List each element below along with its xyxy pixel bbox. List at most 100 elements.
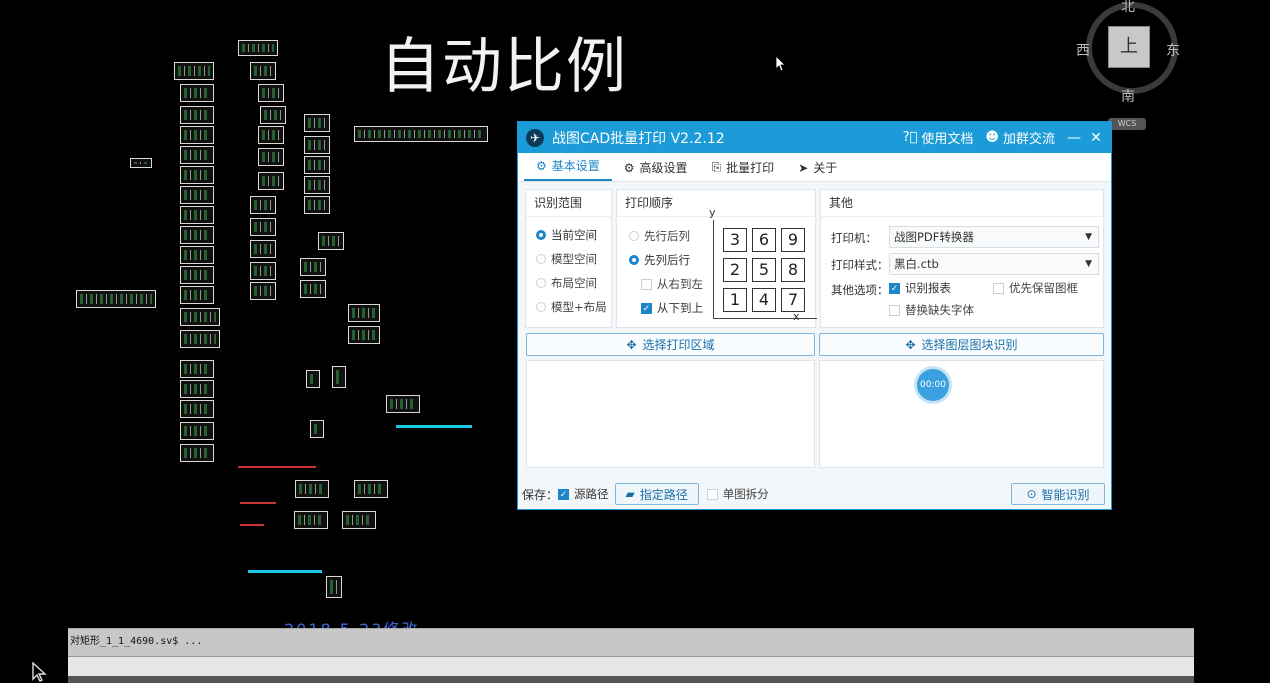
- help-docs-label: 使用文档: [921, 132, 974, 147]
- join-group-button[interactable]: ☻ 加群交流: [985, 128, 1055, 147]
- mouse-cursor-icon: [776, 56, 786, 72]
- option-label: 优先保留图框: [1009, 281, 1078, 295]
- range-option-model-layout[interactable]: 模型+布局: [536, 295, 611, 319]
- drawing-sheet: [258, 172, 284, 190]
- drawing-sheet: [304, 114, 330, 132]
- chevron-down-icon: ▼: [1085, 259, 1092, 269]
- batch-print-dialog: ✈ 战图CAD批量打印 V2.2.12 ?⃝ 使用文档 ☻ 加群交流 — ✕ ⚙…: [517, 121, 1112, 510]
- drawing-sheet: [76, 290, 156, 308]
- order-right-to-left[interactable]: 从右到左: [629, 272, 703, 296]
- option-label: 替换缺失字体: [905, 303, 974, 317]
- range-option-current[interactable]: 当前空间: [536, 223, 611, 247]
- radio-icon: [629, 231, 639, 241]
- drawing-sheet: [180, 308, 220, 326]
- status-bar[interactable]: [68, 676, 1194, 683]
- grid-cell: 8: [781, 258, 805, 282]
- drawing-sheet: [304, 176, 330, 194]
- order-preview-grid: 3 6 9 2 5 8 1 4 7: [717, 224, 809, 316]
- cad-annotation-line: [396, 425, 472, 428]
- viewcube[interactable]: 上 北 南 西 东: [1076, 0, 1180, 105]
- tab-about[interactable]: ➤ 关于: [786, 154, 849, 181]
- minimize-button[interactable]: —: [1067, 130, 1081, 146]
- specify-path-button[interactable]: ▰ 指定路径: [614, 483, 699, 505]
- select-layer-block-button[interactable]: ✥ 选择图层图块识别: [819, 333, 1104, 356]
- drawing-sheet: [180, 400, 214, 418]
- compass-south[interactable]: 南: [1121, 86, 1135, 106]
- source-path-checkbox[interactable]: ✓ 源路径: [558, 482, 609, 506]
- print-area-list[interactable]: [526, 360, 815, 468]
- printer-select[interactable]: 战图PDF转换器 ▼: [889, 226, 1099, 248]
- drawing-sheet: [250, 218, 276, 236]
- drawing-sheet: [180, 380, 214, 398]
- drawing-sheet: [250, 240, 276, 258]
- grid-cell: 6: [752, 228, 776, 252]
- select-print-area-button[interactable]: ✥ 选择打印区域: [526, 333, 815, 356]
- command-input[interactable]: [68, 656, 1194, 677]
- other-header: 其他: [821, 190, 1103, 217]
- viewcube-face[interactable]: 上: [1108, 26, 1150, 68]
- tab-label: 关于: [813, 161, 838, 175]
- copy-icon: ⎘: [711, 160, 722, 174]
- option-label: 布局空间: [551, 276, 597, 290]
- timer-badge: 00:00: [917, 369, 949, 401]
- order-row-first[interactable]: 先行后列: [629, 224, 703, 248]
- single-split-label: 单图拆分: [722, 487, 769, 501]
- print-style-select[interactable]: 黑白.ctb ▼: [889, 253, 1099, 275]
- overlay-title: 自动比例: [380, 32, 628, 102]
- option-label: 先行后列: [644, 229, 690, 243]
- compass-north[interactable]: 北: [1121, 0, 1135, 16]
- drawing-sheet: [180, 126, 214, 144]
- tab-bar: ⚙ 基本设置 ⚙ 高级设置 ⎘ 批量打印 ➤ 关于: [518, 153, 1111, 182]
- single-split-checkbox[interactable]: 单图拆分: [706, 482, 769, 506]
- close-button[interactable]: ✕: [1089, 130, 1103, 146]
- tab-basic-settings[interactable]: ⚙ 基本设置: [524, 152, 612, 181]
- range-panel: 识别范围 当前空间 模型空间 布局空间 模型+布局: [525, 189, 612, 328]
- dialog-titlebar[interactable]: ✈ 战图CAD批量打印 V2.2.12 ?⃝ 使用文档 ☻ 加群交流 — ✕: [518, 122, 1111, 153]
- option-label: 从下到上: [657, 301, 703, 315]
- axis-y-label: y: [709, 206, 716, 219]
- order-bottom-to-top[interactable]: ✓ 从下到上: [629, 296, 703, 320]
- dialog-footer: 保存： ✓ 源路径 ▰ 指定路径 单图拆分 ⊙ 智能识别: [518, 479, 1111, 509]
- checkbox-icon: ✓: [641, 302, 652, 314]
- drawing-sheet: [348, 304, 380, 322]
- radio-icon: [536, 230, 546, 240]
- option-label: 识别报表: [905, 281, 951, 295]
- grid-cell: 4: [752, 288, 776, 312]
- drawing-sheet: [332, 366, 346, 388]
- option-replace-font-checkbox[interactable]: 替换缺失字体: [889, 298, 974, 322]
- join-group-label: 加群交流: [1002, 132, 1055, 147]
- drawing-sheet: [250, 262, 276, 280]
- option-keep-frame-checkbox[interactable]: 优先保留图框: [993, 276, 1078, 300]
- drawing-sheet: [180, 106, 214, 124]
- drawing-sheet: [180, 166, 214, 184]
- drawing-sheet: [294, 511, 328, 529]
- order-col-first[interactable]: 先列后行: [629, 248, 703, 272]
- drawing-sheet: [258, 84, 284, 102]
- range-option-model[interactable]: 模型空间: [536, 247, 611, 271]
- printer-value: 战图PDF转换器: [894, 230, 974, 244]
- crosshair-icon: ✥: [905, 337, 916, 352]
- printer-label: 打印机：: [831, 231, 877, 245]
- option-report-checkbox[interactable]: ✓ 识别报表: [889, 276, 951, 300]
- checkbox-icon: [641, 278, 652, 290]
- wcs-menu[interactable]: WCS: [1108, 118, 1146, 130]
- grid-cell: 1: [723, 288, 747, 312]
- smart-recognize-button[interactable]: ⊙ 智能识别: [1011, 483, 1105, 505]
- app-logo-icon: ✈: [526, 128, 544, 147]
- drawing-sheet: [180, 360, 214, 378]
- tab-batch-print[interactable]: ⎘ 批量打印: [700, 154, 787, 181]
- range-option-layout[interactable]: 布局空间: [536, 271, 611, 295]
- tab-advanced-settings[interactable]: ⚙ 高级设置: [612, 154, 700, 181]
- drawing-sheet: [318, 232, 344, 250]
- drawing-sheet: [326, 576, 342, 598]
- drawing-sheet: [342, 511, 376, 529]
- drawing-sheet: [180, 226, 214, 244]
- compass-west[interactable]: 西: [1076, 40, 1090, 60]
- radio-icon: [629, 255, 639, 265]
- drawing-sheet: [180, 206, 214, 224]
- print-order-header: 打印顺序: [617, 190, 815, 217]
- help-docs-button[interactable]: ?⃝ 使用文档: [903, 128, 974, 147]
- drawing-sheet: [180, 422, 214, 440]
- compass-east[interactable]: 东: [1166, 40, 1180, 60]
- drawing-sheet: [180, 146, 214, 164]
